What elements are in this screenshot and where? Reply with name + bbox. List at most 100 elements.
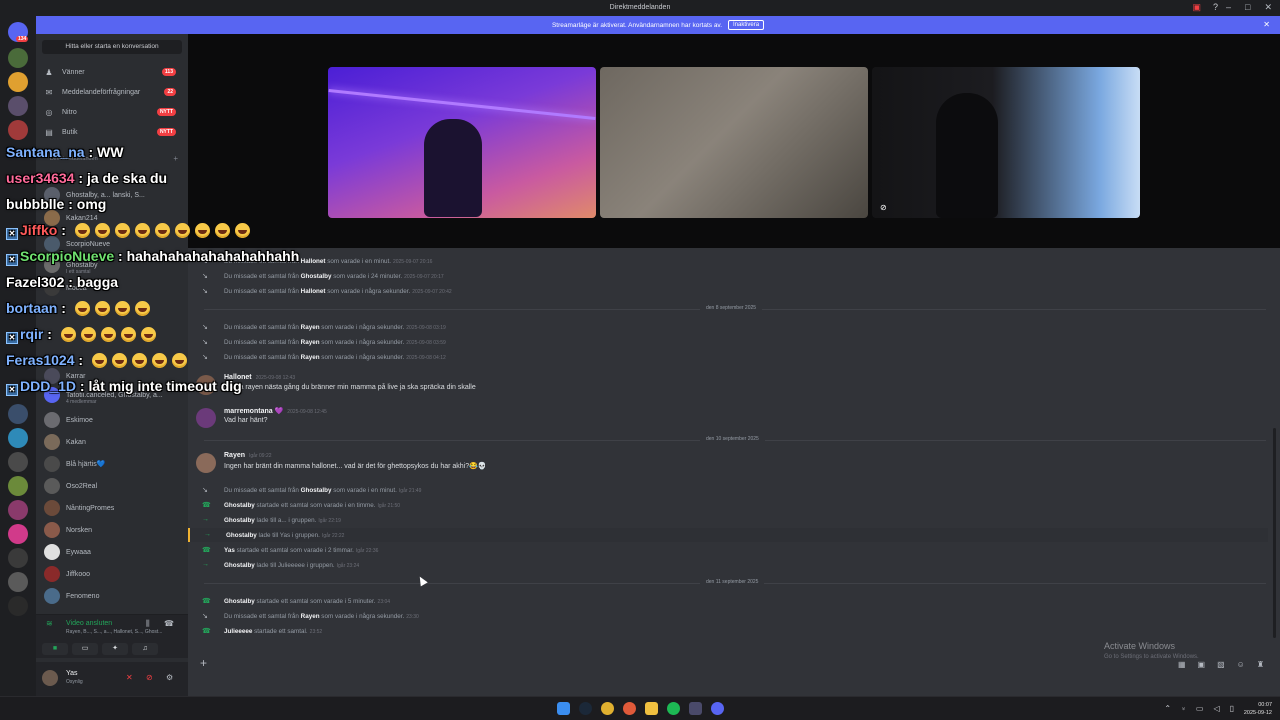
- inbox-icon[interactable]: ▣: [1192, 2, 1201, 13]
- nav-message-requests[interactable]: ✉ Meddelandeförfrågningar 22: [44, 84, 180, 100]
- server-icon[interactable]: [8, 452, 28, 472]
- video-tile[interactable]: [328, 67, 596, 218]
- avatar: [44, 187, 60, 203]
- soundboard-button[interactable]: ♫: [132, 643, 158, 655]
- chevron-up-icon[interactable]: ⌃: [1164, 704, 1171, 714]
- discord-taskbar-icon[interactable]: [711, 702, 724, 715]
- screen-share-button[interactable]: ▭: [72, 643, 98, 655]
- nav-shop[interactable]: ▤ Butik NYTT: [44, 124, 180, 140]
- dm-item[interactable]: Kakan214: [44, 209, 180, 227]
- noise-suppression-icon[interactable]: ⫼: [146, 619, 150, 629]
- dm-name: Mocca: [66, 284, 87, 292]
- server-icon[interactable]: [8, 72, 28, 92]
- message-text: gahba rayen nästa gång du bränner min ma…: [224, 384, 476, 391]
- dm-name: ScorpioNueve: [66, 240, 110, 248]
- avatar[interactable]: [196, 375, 216, 395]
- clock[interactable]: 00:07 2025-09-12: [1244, 701, 1272, 717]
- network-icon[interactable]: ▭: [1196, 704, 1204, 714]
- browser-icon[interactable]: [623, 702, 636, 715]
- dm-item[interactable]: Tatotii.canceled, Ghostalby, a... 4 medle…: [44, 386, 180, 405]
- author-name[interactable]: marremontana 💜: [224, 408, 283, 415]
- author-name[interactable]: Hallonet: [224, 374, 252, 381]
- mute-icon[interactable]: ✕: [126, 673, 133, 682]
- dm-item[interactable]: Mocca: [44, 279, 180, 297]
- dm-header: Direktmeddelanden: [50, 156, 98, 162]
- gift-icon[interactable]: ▦: [1178, 660, 1186, 669]
- avatar[interactable]: [196, 408, 216, 428]
- dm-item[interactable]: Ghostalby I ett samtal: [44, 256, 180, 275]
- app-icon[interactable]: [689, 702, 702, 715]
- avatar: [44, 478, 60, 494]
- server-icon[interactable]: [8, 548, 28, 568]
- server-icon[interactable]: [8, 96, 28, 116]
- server-icon[interactable]: [8, 404, 28, 424]
- avatar[interactable]: [42, 670, 58, 686]
- dm-item[interactable]: Fenomeno: [44, 587, 180, 605]
- deafen-icon[interactable]: ⊘: [146, 673, 153, 682]
- attach-plus-icon[interactable]: +: [200, 656, 207, 670]
- disable-streamer-mode-button[interactable]: Inaktivera: [728, 20, 765, 30]
- nav-friends[interactable]: ♟ Vänner 113: [44, 64, 180, 80]
- gif-icon[interactable]: ▣: [1198, 660, 1206, 669]
- spotify-icon[interactable]: [667, 702, 680, 715]
- video-tile[interactable]: ⊘: [872, 67, 1140, 218]
- disconnect-icon[interactable]: ☎: [164, 619, 174, 628]
- find-conversation-button[interactable]: Hitta eller starta en konversation: [42, 40, 182, 54]
- create-dm-icon[interactable]: +: [173, 154, 178, 163]
- shop-icon: ▤: [45, 127, 53, 137]
- dm-item[interactable]: Jiffkooo: [44, 565, 180, 583]
- server-icon[interactable]: [8, 48, 28, 68]
- missed-call-icon: ↘: [202, 354, 208, 361]
- battery-icon[interactable]: ▯: [1230, 704, 1234, 714]
- settings-gear-icon[interactable]: ⚙: [166, 673, 173, 682]
- dm-item[interactable]: Eywaaa: [44, 543, 180, 561]
- close-window-icon[interactable]: ✕: [1264, 2, 1272, 13]
- activity-button[interactable]: ✦: [102, 643, 128, 655]
- dm-name: Ghostalby: [66, 261, 98, 269]
- call-icon: ☎: [202, 628, 211, 635]
- apps-icon[interactable]: ♜: [1257, 660, 1264, 669]
- sticker-icon[interactable]: ▧: [1217, 660, 1225, 669]
- message-timestamp: 2025-09-08 12:43: [255, 375, 296, 381]
- dm-item[interactable]: Norsken: [44, 521, 180, 539]
- home-badge: 134: [16, 36, 29, 42]
- camera-button[interactable]: ■: [42, 643, 68, 655]
- maximize-icon[interactable]: □: [1245, 2, 1250, 13]
- scrollbar[interactable]: [1273, 428, 1276, 638]
- server-icon[interactable]: [8, 500, 28, 520]
- volume-icon[interactable]: ◁: [1213, 704, 1219, 714]
- windows-start-icon[interactable]: [557, 702, 570, 715]
- server-icon[interactable]: [8, 572, 28, 592]
- server-icon[interactable]: [8, 596, 28, 616]
- user-panel: Yas Osynlig ✕ ⊘ ⚙: [36, 662, 188, 696]
- requests-badge: 22: [164, 88, 176, 96]
- banner-close-icon[interactable]: ✕: [1263, 20, 1270, 29]
- steam-icon[interactable]: [579, 702, 592, 715]
- dm-item[interactable]: Oso2Real: [44, 477, 180, 495]
- dm-item[interactable]: Eskimoe: [44, 411, 180, 429]
- dm-item[interactable]: Ghostalby, a... lanski, S...: [44, 186, 180, 204]
- dm-item[interactable]: Karrar: [44, 367, 180, 385]
- dm-item[interactable]: Kakan: [44, 433, 180, 451]
- server-icon[interactable]: [8, 428, 28, 448]
- system-message: → Ghostalby lade till a... i gruppen. Igår…: [202, 516, 341, 524]
- mic-icon[interactable]: ⍤: [1181, 704, 1186, 714]
- server-icon[interactable]: [8, 524, 28, 544]
- system-message: ↘ Du missade ett samtal från Hallonet som…: [202, 258, 433, 265]
- signal-icon: ≋: [46, 619, 53, 628]
- system-message: ↘ Du missade ett samtal från Rayen som va…: [202, 613, 419, 620]
- avatar[interactable]: [196, 453, 216, 473]
- emoji-icon[interactable]: ☺: [1237, 660, 1245, 669]
- dm-item[interactable]: ScorpioNueve: [44, 235, 180, 253]
- dm-item[interactable]: Blå hjärtis💙: [44, 455, 180, 473]
- video-tile[interactable]: [600, 67, 868, 218]
- chrome-icon[interactable]: [601, 702, 614, 715]
- server-icon[interactable]: [8, 120, 28, 140]
- author-name[interactable]: Rayen: [224, 452, 245, 459]
- dm-item[interactable]: NåntingPromes: [44, 499, 180, 517]
- minimize-icon[interactable]: –: [1226, 2, 1231, 13]
- nav-nitro[interactable]: ◎ Nitro NYTT: [44, 104, 180, 120]
- file-explorer-icon[interactable]: [645, 702, 658, 715]
- server-icon[interactable]: [8, 476, 28, 496]
- help-icon[interactable]: ?: [1213, 2, 1218, 13]
